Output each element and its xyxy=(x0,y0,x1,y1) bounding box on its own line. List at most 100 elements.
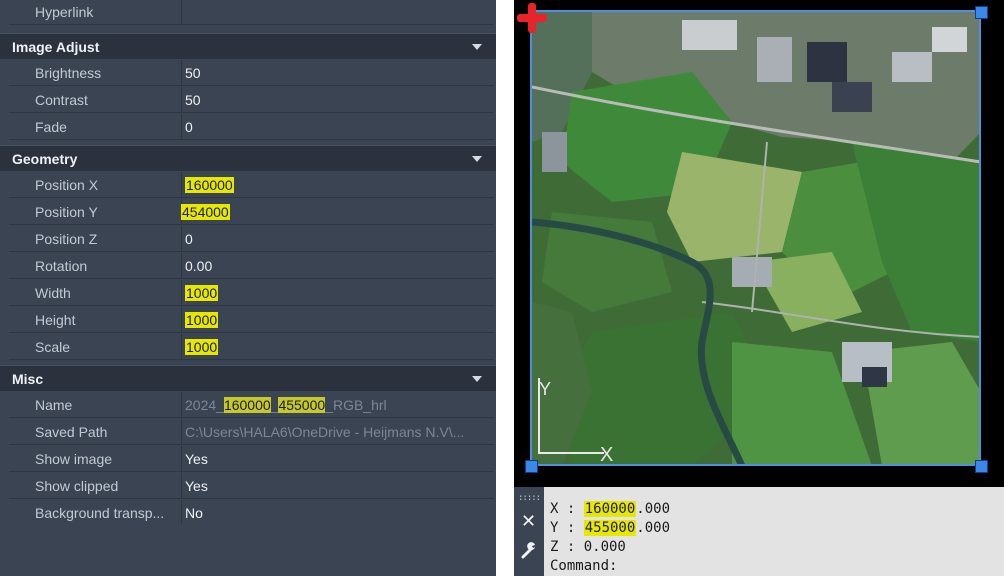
property-row-rotation[interactable]: Rotation 0.00 xyxy=(9,253,494,279)
panel-gap xyxy=(496,0,514,576)
column-divider xyxy=(181,172,182,197)
chevron-down-icon[interactable] xyxy=(472,376,482,382)
column-divider xyxy=(181,60,182,85)
category-title: Geometry xyxy=(12,151,78,167)
highlighted-text: 455000 xyxy=(278,397,326,413)
position-x-value[interactable]: 160000 xyxy=(185,172,234,198)
grip-handle-top-right[interactable] xyxy=(975,6,988,19)
column-divider xyxy=(181,446,182,471)
property-row-brightness[interactable]: Brightness 50 xyxy=(9,60,494,86)
property-label: Position Z xyxy=(35,231,98,247)
property-row-height[interactable]: Height 1000 xyxy=(9,307,494,333)
highlighted-text: 455000 xyxy=(583,520,637,536)
background-transparency-value[interactable]: No xyxy=(185,500,203,526)
aerial-raster-image[interactable] xyxy=(532,12,981,466)
chevron-down-icon[interactable] xyxy=(472,44,482,50)
property-label: Saved Path xyxy=(35,424,108,440)
command-line-panel[interactable]: ::::: ✕ X : 160000.000 Y : 455000.000 Z … xyxy=(514,487,1004,576)
property-label: Brightness xyxy=(35,65,102,81)
property-row-position-y[interactable]: Position Y 454000 xyxy=(9,199,494,225)
command-history-line-x: X : 160000.000 xyxy=(550,501,670,517)
column-divider xyxy=(181,226,182,251)
name-value: 2024_160000_455000_RGB_hrl xyxy=(185,392,387,418)
property-row-position-z[interactable]: Position Z 0 xyxy=(9,226,494,252)
column-divider xyxy=(181,114,182,139)
show-clipped-value[interactable]: Yes xyxy=(185,473,208,499)
category-title: Image Adjust xyxy=(12,39,100,55)
ucs-x-label: X xyxy=(600,444,614,466)
property-row-width[interactable]: Width 1000 xyxy=(9,280,494,306)
category-misc[interactable]: Misc xyxy=(0,365,496,391)
grip-handle-bottom-left[interactable] xyxy=(525,460,538,473)
width-value[interactable]: 1000 xyxy=(185,280,219,306)
scale-value[interactable]: 1000 xyxy=(185,334,219,360)
column-divider xyxy=(181,473,182,498)
grip-handle-bottom-right[interactable] xyxy=(975,460,988,473)
column-divider xyxy=(181,392,182,417)
coord-decimal: .000 xyxy=(636,501,671,517)
close-icon[interactable]: ✕ xyxy=(521,511,536,532)
properties-panel: Hyperlink Image Adjust Brightness 50 Con… xyxy=(0,0,496,576)
property-label: Show image xyxy=(35,451,113,467)
column-divider xyxy=(181,87,182,112)
rotation-value[interactable]: 0.00 xyxy=(185,253,212,279)
grip-dots-icon[interactable]: ::::: xyxy=(518,493,541,503)
fade-value[interactable]: 0 xyxy=(185,114,193,140)
drawing-viewport[interactable]: Y X xyxy=(514,0,1004,487)
coord-label: X : xyxy=(550,501,584,517)
property-row-show-image[interactable]: Show image Yes xyxy=(9,446,494,472)
highlighted-text: 454000 xyxy=(181,204,230,220)
property-row-name[interactable]: Name 2024_160000_455000_RGB_hrl xyxy=(9,392,494,418)
height-value[interactable]: 1000 xyxy=(185,307,219,333)
name-part: _RGB_hrl xyxy=(325,397,387,413)
column-divider xyxy=(181,0,182,24)
property-label: Show clipped xyxy=(35,478,119,494)
property-row-saved-path[interactable]: Saved Path C:\Users\HALA6\OneDrive - Hei… xyxy=(9,419,494,445)
coord-label: Y : xyxy=(550,520,584,536)
highlighted-text: 160000 xyxy=(583,501,637,517)
saved-path-value: C:\Users\HALA6\OneDrive - Heijmans N.V\.… xyxy=(185,424,465,440)
property-row-fade[interactable]: Fade 0 xyxy=(9,114,494,140)
property-row-background-transparency[interactable]: Background transp... No xyxy=(9,500,494,526)
property-row-scale[interactable]: Scale 1000 xyxy=(9,334,494,360)
coord-decimal: .000 xyxy=(636,520,671,536)
property-label: Scale xyxy=(35,339,71,355)
show-image-value[interactable]: Yes xyxy=(185,446,208,472)
column-divider xyxy=(181,500,182,525)
category-geometry[interactable]: Geometry xyxy=(0,145,496,171)
property-row-position-x[interactable]: Position X 160000 xyxy=(9,172,494,198)
highlighted-text: 1000 xyxy=(185,312,219,328)
command-prompt[interactable]: Command: xyxy=(550,558,617,576)
column-divider xyxy=(181,307,182,332)
column-divider xyxy=(181,419,182,444)
position-z-value[interactable]: 0 xyxy=(185,226,193,252)
property-row-hyperlink[interactable]: Hyperlink xyxy=(9,0,494,25)
highlighted-text: 160000 xyxy=(185,177,234,193)
highlighted-text: 1000 xyxy=(185,285,219,301)
property-row-contrast[interactable]: Contrast 50 xyxy=(9,87,494,113)
property-label: Position X xyxy=(35,177,99,193)
ucs-x-axis xyxy=(538,452,604,454)
name-part: 2024_ xyxy=(185,397,224,413)
contrast-value[interactable]: 50 xyxy=(185,87,201,113)
property-label: Contrast xyxy=(35,92,88,108)
property-row-show-clipped[interactable]: Show clipped Yes xyxy=(9,473,494,499)
wrench-icon[interactable] xyxy=(521,541,539,559)
column-divider xyxy=(181,280,182,305)
property-label: Height xyxy=(35,312,76,328)
highlighted-text: 160000 xyxy=(223,397,271,413)
command-history-line-z: Z : 0.000 xyxy=(550,539,626,555)
property-label: Background transp... xyxy=(35,505,165,521)
position-y-value[interactable]: 454000 xyxy=(181,199,230,225)
category-title: Misc xyxy=(12,371,44,387)
ucs-y-label: Y xyxy=(539,379,552,399)
origin-marker-icon xyxy=(517,3,547,33)
property-label: Fade xyxy=(35,119,67,135)
command-history-line-y: Y : 455000.000 xyxy=(550,520,670,536)
aerial-photo xyxy=(532,12,981,466)
property-label: Position Y xyxy=(35,204,98,220)
column-divider xyxy=(181,334,182,359)
category-image-adjust[interactable]: Image Adjust xyxy=(0,33,496,59)
brightness-value[interactable]: 50 xyxy=(185,60,201,86)
chevron-down-icon[interactable] xyxy=(472,156,482,162)
